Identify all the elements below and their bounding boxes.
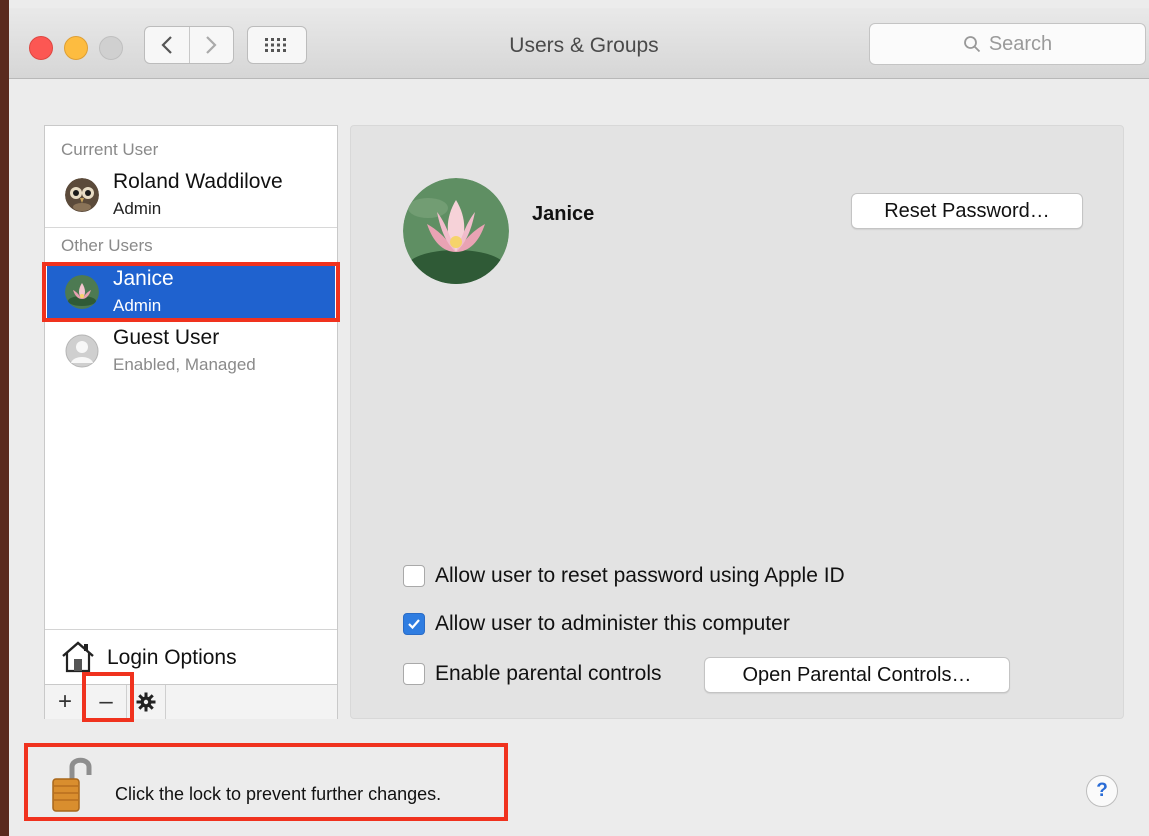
lock-button[interactable]	[45, 755, 95, 820]
user-name: Guest User	[113, 326, 220, 349]
user-role: Enabled, Managed	[113, 355, 256, 374]
user-list-item-janice[interactable]: Janice Admin	[47, 263, 335, 321]
back-button[interactable]	[145, 27, 189, 63]
current-user-header: Current User	[61, 140, 159, 159]
administer-computer-option[interactable]: Allow user to administer this computer	[403, 612, 790, 636]
reset-with-apple-id-label: Allow user to reset password using Apple…	[435, 564, 845, 587]
user-list-item-roland[interactable]: Roland Waddilove Admin	[47, 166, 335, 224]
help-button[interactable]: ?	[1086, 775, 1118, 807]
owl-avatar	[65, 178, 99, 212]
parental-controls-option[interactable]: Enable parental controls	[403, 662, 661, 686]
open-parental-controls-button[interactable]: Open Parental Controls…	[704, 657, 1010, 693]
section-divider	[45, 227, 337, 228]
login-options-item[interactable]: Login Options	[45, 629, 337, 685]
close-window-button[interactable]	[29, 36, 53, 60]
search-icon	[963, 36, 980, 53]
reset-with-apple-id-checkbox[interactable]	[403, 565, 425, 587]
person-silhouette-icon	[65, 334, 99, 368]
user-list-item-guest[interactable]: Guest User Enabled, Managed	[47, 322, 335, 380]
administer-computer-label: Allow user to administer this computer	[435, 612, 790, 635]
grid-icon	[265, 38, 286, 52]
chevron-left-icon	[161, 36, 172, 54]
user-role: Admin	[113, 199, 162, 218]
parental-controls-label: Enable parental controls	[435, 662, 662, 685]
administer-computer-checkbox[interactable]	[403, 613, 425, 635]
minimize-window-button[interactable]	[64, 36, 88, 60]
preferences-window: Users & Groups Search Current User Rolan…	[0, 0, 1149, 836]
navigation-buttons	[144, 26, 234, 64]
search-placeholder: Search	[988, 32, 1053, 55]
reset-with-apple-id-option[interactable]: Allow user to reset password using Apple…	[403, 564, 845, 588]
users-sidebar: Current User Roland Waddilove Admin Othe…	[44, 125, 338, 719]
login-options-label: Login Options	[107, 646, 237, 669]
unlocked-padlock-icon	[52, 757, 92, 812]
titlebar: Users & Groups Search	[9, 8, 1149, 79]
add-user-button[interactable]: +	[45, 685, 86, 719]
lock-highlight-box	[24, 743, 508, 821]
action-menu-button[interactable]	[127, 685, 166, 719]
desktop-edge	[0, 0, 9, 836]
window-title: Users & Groups	[509, 34, 659, 57]
remove-user-button[interactable]: –	[86, 685, 127, 719]
show-all-button[interactable]	[247, 26, 307, 64]
search-field[interactable]: Search	[869, 23, 1146, 65]
zoom-window-button[interactable]	[99, 36, 123, 60]
house-icon	[62, 641, 94, 673]
other-users-header: Other Users	[61, 236, 153, 255]
checkmark-icon	[408, 619, 420, 630]
lotus-avatar	[65, 275, 99, 309]
user-detail-panel: Janice Reset Password… Allow user to res…	[350, 125, 1124, 719]
parental-controls-checkbox[interactable]	[403, 663, 425, 685]
user-name: Janice	[113, 267, 174, 290]
gear-icon	[136, 692, 156, 712]
forward-button[interactable]	[188, 27, 234, 63]
lock-status-text: Click the lock to prevent further change…	[115, 784, 442, 804]
user-name: Roland Waddilove	[113, 170, 283, 193]
user-picture[interactable]	[403, 178, 509, 284]
selected-user-name: Janice	[532, 203, 595, 225]
reset-password-button[interactable]: Reset Password…	[851, 193, 1083, 229]
chevron-right-icon	[206, 36, 217, 54]
sidebar-toolbar: + –	[45, 684, 337, 719]
user-role: Admin	[113, 296, 162, 315]
